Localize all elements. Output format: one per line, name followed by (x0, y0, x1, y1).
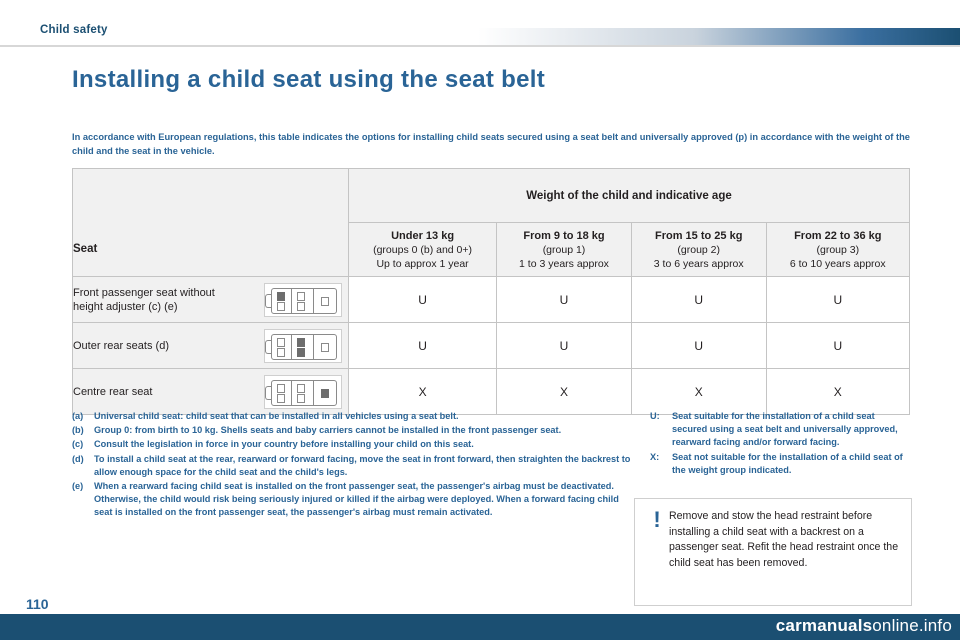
row2-label-line1: Centre rear seat (73, 385, 153, 398)
row2-cell-2: X (630, 368, 767, 415)
row2-cell-0: X (347, 368, 498, 415)
table-col-header-3: From 22 to 36 kg (group 3) 6 to 10 years… (765, 222, 911, 277)
header-gradient-bar (478, 28, 960, 45)
footnote-e-key: (e) (72, 481, 84, 492)
outer-rear-seats-diagram-icon (264, 328, 342, 363)
table-header-top: Weight of the child and indicative age (72, 168, 910, 223)
row2-label-cell: Centre rear seat (72, 368, 349, 415)
table-seat-header: Seat (72, 222, 349, 277)
child-seat-table: Weight of the child and indicative age S… (72, 168, 911, 415)
footnote-e-text: When a rearward facing child seat is ins… (94, 481, 619, 518)
col0-weight: Under 13 kg (391, 229, 455, 242)
top-bar: Child safety (0, 0, 960, 46)
row1-cell-0: U (347, 322, 498, 369)
col2-weight: From 15 to 25 kg (655, 229, 743, 242)
warning-text: Remove and stow the head restraint befor… (669, 510, 899, 569)
col2-age: 3 to 6 years approx (653, 257, 744, 270)
col1-group: (group 1) (542, 243, 586, 256)
row0-cell-1: U (496, 276, 632, 323)
col2-group: (group 2) (677, 243, 721, 256)
row0-cell-2: U (630, 276, 767, 323)
footnote-a: (a) Universal child seat: child seat tha… (72, 410, 632, 423)
col3-group: (group 3) (816, 243, 860, 256)
footnote-b-key: (b) (72, 425, 84, 436)
table-row: Outer rear seats (d) U U U U (72, 322, 911, 369)
legend-x: X: Seat not suitable for the installatio… (650, 451, 912, 477)
warning-box: ! Remove and stow the head restraint bef… (634, 498, 912, 606)
footnote-e: (e) When a rearward facing child seat is… (72, 480, 632, 520)
watermark-bold: carmanuals (775, 616, 873, 635)
row1-label-cell: Outer rear seats (d) (72, 322, 349, 369)
table-row: Centre rear seat X X X X (72, 368, 911, 415)
header-divider (0, 45, 960, 47)
chapter-label: Child safety (40, 24, 108, 36)
row0-cell-3: U (765, 276, 911, 323)
footnote-c-text: Consult the legislation in force in your… (94, 439, 474, 450)
table-row: Front passenger seat without height adju… (72, 276, 911, 323)
footnote-b: (b) Group 0: from birth to 10 kg. Shells… (72, 424, 632, 437)
legend-x-key: X: (650, 451, 660, 462)
table-header-groups: Seat Under 13 kg (groups 0 (b) and 0+) U… (72, 222, 911, 277)
row1-label-line1: Outer rear seats (d) (73, 339, 169, 352)
legend-u-text: Seat suitable for the installation of a … (672, 411, 898, 448)
footnote-c-key: (c) (72, 439, 84, 450)
col0-age: Up to approx 1 year (376, 257, 469, 270)
table-col-header-1: From 9 to 18 kg (group 1) 1 to 3 years a… (496, 222, 632, 277)
row1-cell-3: U (765, 322, 911, 369)
row0-cell-0: U (347, 276, 498, 323)
table-corner-cell (72, 168, 349, 223)
row0-label-line1: Front passenger seat without (73, 286, 215, 299)
legend-u: U: Seat suitable for the installation of… (650, 410, 912, 450)
footnotes-right: U: Seat suitable for the installation of… (650, 410, 912, 478)
col0-group: (groups 0 (b) and 0+) (373, 243, 473, 256)
legend-x-text: Seat not suitable for the installation o… (672, 451, 903, 475)
warning-exclamation-icon: ! (653, 507, 661, 532)
legend-u-key: U: (650, 411, 660, 421)
footnote-d-text: To install a child seat at the rear, rea… (94, 453, 631, 477)
col3-age: 6 to 10 years approx (789, 257, 886, 270)
row0-label-line2: height adjuster (c) (e) (73, 300, 178, 313)
footnote-c: (c) Consult the legislation in force in … (72, 438, 632, 451)
row1-cell-2: U (630, 322, 767, 369)
row2-cell-1: X (496, 368, 632, 415)
front-passenger-seat-diagram-icon (264, 282, 342, 317)
col3-weight: From 22 to 36 kg (794, 229, 882, 242)
page-number: 110 (26, 596, 49, 612)
page-title: Installing a child seat using the seat b… (72, 66, 546, 93)
row0-label-cell: Front passenger seat without height adju… (72, 276, 349, 323)
intro-paragraph: In accordance with European regulations,… (72, 132, 910, 156)
watermark: carmanualsonline.info (776, 616, 952, 636)
table-top-header: Weight of the child and indicative age (348, 168, 910, 223)
footnote-b-text: Group 0: from birth to 10 kg. Shells sea… (94, 425, 562, 436)
row2-cell-3: X (765, 368, 911, 415)
watermark-normal: online.info (872, 616, 952, 635)
col1-age: 1 to 3 years approx (519, 257, 609, 270)
footnotes-left: (a) Universal child seat: child seat tha… (72, 410, 632, 521)
footnote-d-key: (d) (72, 453, 84, 464)
footnote-d: (d) To install a child seat at the rear,… (72, 453, 632, 479)
row1-cell-1: U (496, 322, 632, 369)
table-col-header-2: From 15 to 25 kg (group 2) 3 to 6 years … (630, 222, 767, 277)
centre-rear-seat-diagram-icon (264, 374, 342, 409)
col1-weight: From 9 to 18 kg (523, 229, 605, 242)
footnote-a-key: (a) (72, 411, 84, 421)
table-col-header-0: Under 13 kg (groups 0 (b) and 0+) Up to … (347, 222, 498, 277)
footnote-a-text: Universal child seat: child seat that ca… (94, 411, 459, 421)
